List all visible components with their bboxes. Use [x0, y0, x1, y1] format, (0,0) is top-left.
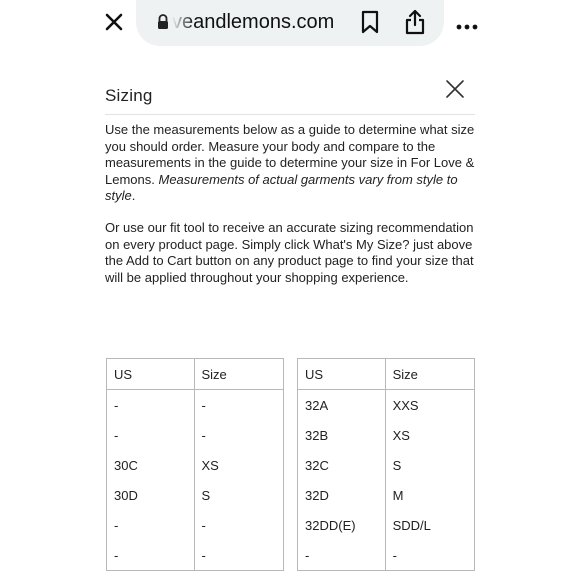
- cell-us: 32B: [297, 420, 386, 450]
- url-text[interactable]: veandlemons.com: [172, 10, 350, 34]
- close-icon[interactable]: [100, 8, 128, 36]
- cell-us: 32C: [297, 450, 386, 480]
- cell-us: -: [106, 510, 195, 540]
- table-row: 32C S: [297, 450, 476, 480]
- page: veandlemons.com Sizing Use the measureme…: [0, 0, 580, 580]
- sizing-instructions: Use the measurements below as a guide to…: [105, 122, 475, 205]
- table-row: 32D M: [297, 480, 476, 510]
- more-icon[interactable]: [456, 18, 478, 30]
- url-fade: [172, 10, 194, 34]
- table-row: - -: [297, 540, 476, 571]
- header-size: Size: [384, 358, 476, 390]
- cell-us: 32A: [297, 389, 386, 420]
- size-table-left: US Size - - - - 30C XS 30D S - - - -: [106, 358, 284, 571]
- cell-us: -: [297, 540, 386, 571]
- cell-us: -: [106, 389, 195, 420]
- fit-tool-info: Or use our fit tool to receive an accura…: [105, 220, 474, 285]
- table-header-row: US Size: [106, 358, 284, 390]
- table-row: 32DD(E) SDD/L: [297, 510, 476, 540]
- cell-size: S: [193, 480, 284, 510]
- cell-size: -: [193, 510, 284, 540]
- cell-us: -: [106, 540, 195, 571]
- cell-size: XS: [193, 450, 284, 480]
- sizing-instructions-end: .: [131, 188, 136, 203]
- lock-icon: [156, 13, 170, 31]
- cell-size: -: [193, 540, 284, 571]
- cell-us: -: [106, 420, 195, 450]
- cell-size: XXS: [384, 389, 476, 420]
- cell-us: 32D: [297, 480, 386, 510]
- table-row: - -: [106, 540, 284, 571]
- table-row: 32A XXS: [297, 389, 476, 420]
- cell-size: S: [384, 450, 476, 480]
- table-row: 30C XS: [106, 450, 284, 480]
- browser-bar: veandlemons.com: [0, 0, 580, 46]
- header-us: US: [297, 358, 386, 390]
- cell-size: -: [193, 389, 284, 420]
- cell-size: -: [384, 540, 476, 571]
- table-row: 32B XS: [297, 420, 476, 450]
- modal-close-icon[interactable]: [444, 78, 466, 100]
- table-row: - -: [106, 389, 284, 420]
- header-us: US: [106, 358, 195, 390]
- cell-size: M: [384, 480, 476, 510]
- cell-us: 30D: [106, 480, 195, 510]
- bookmark-icon[interactable]: [361, 10, 379, 34]
- cell-size: SDD/L: [384, 510, 476, 540]
- table-row: 30D S: [106, 480, 284, 510]
- size-table-right: US Size 32A XXS 32B XS 32C S 32D M 32DD(: [297, 358, 476, 571]
- cell-us: 30C: [106, 450, 195, 480]
- sizing-note-italic: Measurements of actual garments vary fro…: [105, 171, 458, 204]
- table-row: - -: [106, 420, 284, 450]
- table-row: - -: [106, 510, 284, 540]
- cell-size: -: [193, 420, 284, 450]
- share-icon[interactable]: [404, 9, 426, 35]
- title-divider: [105, 114, 475, 115]
- table-header-row: US Size: [297, 358, 476, 390]
- header-size: Size: [193, 358, 284, 390]
- modal-title: Sizing: [105, 86, 153, 105]
- cell-size: XS: [384, 420, 476, 450]
- cell-us: 32DD(E): [297, 510, 386, 540]
